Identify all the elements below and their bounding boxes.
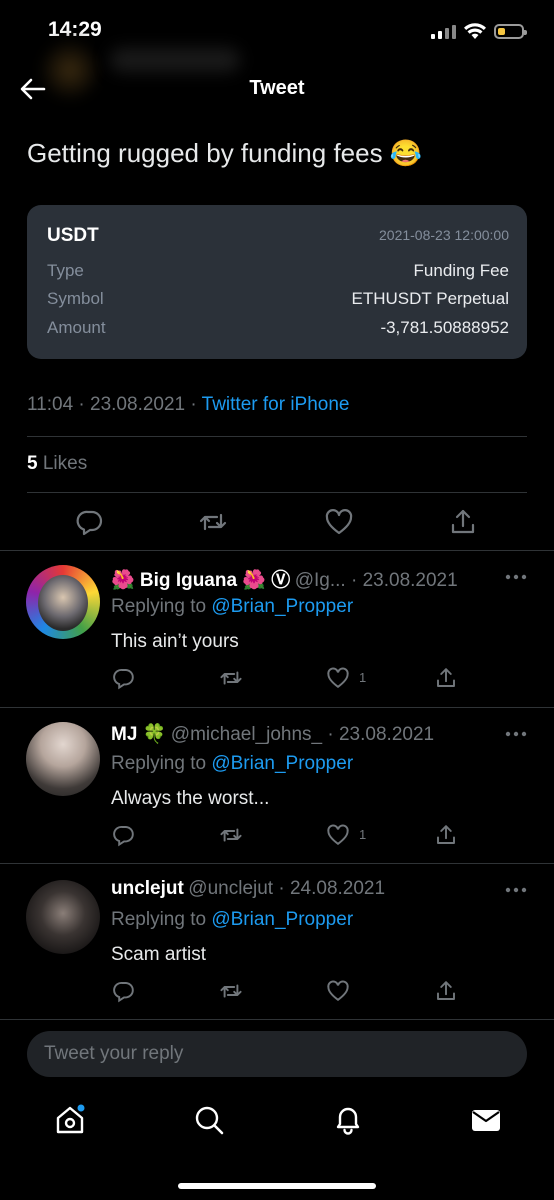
retweet-icon[interactable] xyxy=(219,666,243,690)
page-title: Tweet xyxy=(249,77,305,99)
card-value-type: Funding Fee xyxy=(413,261,509,280)
reply-author-name[interactable]: unclejut xyxy=(111,878,184,899)
retweet-icon xyxy=(199,513,227,531)
heart-icon[interactable] xyxy=(326,666,350,690)
heart-icon xyxy=(325,509,353,535)
replying-to-user[interactable]: @Brian_Propper xyxy=(211,596,353,617)
heart-icon[interactable] xyxy=(326,979,350,1003)
mail-icon xyxy=(472,1110,500,1131)
avatar[interactable] xyxy=(26,565,100,639)
likes-label: Likes xyxy=(37,453,88,474)
tweet-time: 11:04 · 23.08.2021 · xyxy=(27,394,202,415)
card-label-type: Type xyxy=(47,261,84,280)
reply-icon xyxy=(76,510,103,536)
reply-button[interactable] xyxy=(75,507,105,537)
card-label-symbol: Symbol xyxy=(47,289,104,308)
card-value-symbol: ETHUSDT Perpetual xyxy=(351,289,509,308)
reply-handle: @unclejut · 24.08.2021 xyxy=(188,878,386,899)
share-icon xyxy=(451,509,475,534)
reply-text: Scam artist xyxy=(111,944,207,965)
reply-author-name[interactable]: 🌺 Big Iguana 🌺 Ⓥ xyxy=(111,570,290,591)
tweet-text: Getting rugged by funding fees 😂 xyxy=(27,138,423,168)
reply-handle: @michael_johns_ · 23.08.2021 xyxy=(170,724,435,745)
reply-text: Always the worst... xyxy=(111,788,270,809)
tweet-source-link[interactable]: Twitter for iPhone xyxy=(202,394,350,415)
more-icon[interactable] xyxy=(505,731,527,737)
status-time: 14:29 xyxy=(48,18,102,41)
like-count: 1 xyxy=(359,827,367,842)
card-label-amount: Amount xyxy=(47,318,106,337)
retweet-button[interactable] xyxy=(198,507,228,537)
reply-handle: @Ig... · 23.08.2021 xyxy=(294,570,458,591)
like-button[interactable] xyxy=(324,507,354,537)
tab-notifications[interactable] xyxy=(332,1104,364,1136)
heart-icon[interactable] xyxy=(326,823,350,847)
wifi-icon xyxy=(464,22,486,39)
retweet-icon[interactable] xyxy=(219,823,243,847)
battery-icon xyxy=(494,23,527,39)
share-icon[interactable] xyxy=(434,823,458,847)
share-button[interactable] xyxy=(448,507,478,537)
reply-icon[interactable] xyxy=(112,979,136,1003)
likes-number: 5 xyxy=(27,453,38,474)
reply-header: MJ 🍀 @michael_johns_ · 23.08.2021 xyxy=(111,722,434,746)
card-date: 2021-08-23 12:00:00 xyxy=(379,227,509,243)
replying-to: Replying to @Brian_Propper xyxy=(111,753,353,775)
tab-messages[interactable] xyxy=(470,1104,502,1136)
bell-icon xyxy=(336,1107,360,1135)
reply-author-name[interactable]: MJ 🍀 xyxy=(111,724,166,745)
retweet-icon[interactable] xyxy=(219,979,243,1003)
home-indicator xyxy=(178,1183,376,1189)
tweet-image-card[interactable]: USDT 2021-08-23 12:00:00 Type Funding Fe… xyxy=(27,205,527,359)
replying-to-user[interactable]: @Brian_Propper xyxy=(211,753,353,774)
share-icon[interactable] xyxy=(434,979,458,1003)
replying-to: Replying to @Brian_Propper xyxy=(111,909,353,931)
replying-prefix: Replying to xyxy=(111,596,212,617)
tweet-meta: 11:04 · 23.08.2021 · Twitter for iPhone xyxy=(27,394,350,416)
replying-prefix: Replying to xyxy=(111,753,212,774)
divider xyxy=(27,436,527,437)
divider xyxy=(0,1019,554,1020)
like-count: 1 xyxy=(359,670,367,685)
replying-to: Replying to @Brian_Propper xyxy=(111,596,353,618)
status-icons xyxy=(431,20,527,42)
reply-header: 🌺 Big Iguana 🌺 Ⓥ @Ig... · 23.08.2021 xyxy=(111,565,458,592)
card-value-amount: -3,781.50888952 xyxy=(380,318,509,337)
signal-icon xyxy=(431,23,456,39)
tab-home[interactable] xyxy=(54,1104,86,1136)
avatar[interactable] xyxy=(26,722,100,796)
replying-prefix: Replying to xyxy=(111,909,212,930)
more-icon[interactable] xyxy=(505,887,527,893)
replying-to-user[interactable]: @Brian_Propper xyxy=(211,909,353,930)
likes-count[interactable]: 5 Likes xyxy=(27,453,87,475)
more-icon[interactable] xyxy=(505,574,527,580)
reply-input[interactable]: Tweet your reply xyxy=(27,1031,527,1077)
search-icon xyxy=(195,1106,224,1135)
card-title: USDT xyxy=(47,225,99,246)
reply-item[interactable]: MJ 🍀 @michael_johns_ · 23.08.2021 Replyi… xyxy=(0,708,554,864)
home-icon xyxy=(56,1104,85,1134)
reply-text: This ain’t yours xyxy=(111,631,239,652)
reply-item[interactable]: unclejut @unclejut · 24.08.2021 Replying… xyxy=(0,864,554,1020)
avatar[interactable] xyxy=(26,880,100,954)
reply-icon[interactable] xyxy=(112,666,136,690)
reply-header: unclejut @unclejut · 24.08.2021 xyxy=(111,878,385,900)
reply-item[interactable]: 🌺 Big Iguana 🌺 Ⓥ @Ig... · 23.08.2021 Rep… xyxy=(0,551,554,707)
share-icon[interactable] xyxy=(434,666,458,690)
blurred-name xyxy=(110,48,240,72)
divider xyxy=(27,492,527,493)
tab-search[interactable] xyxy=(193,1104,225,1136)
reply-icon[interactable] xyxy=(112,823,136,847)
reply-input-placeholder: Tweet your reply xyxy=(44,1043,184,1064)
